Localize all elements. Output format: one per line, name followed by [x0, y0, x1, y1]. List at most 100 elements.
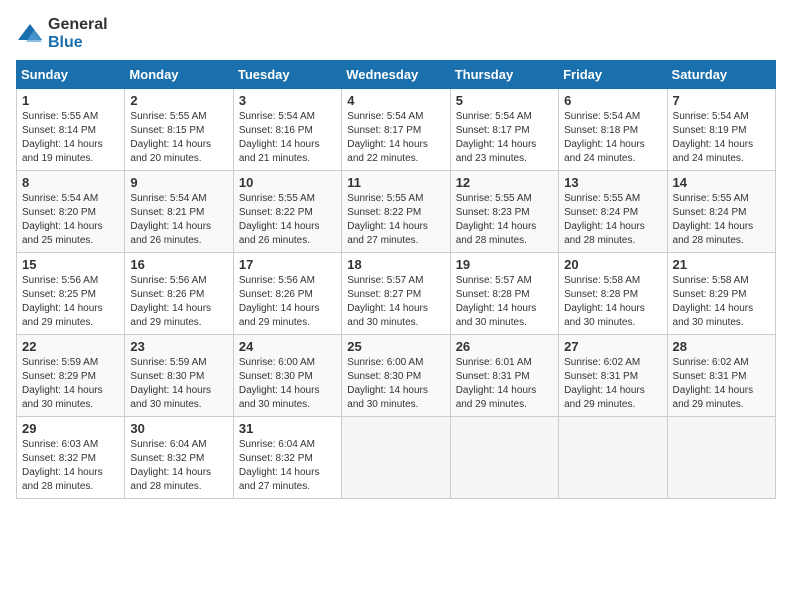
day-info: Sunrise: 5:55 AMSunset: 8:24 PMDaylight:… — [673, 192, 770, 248]
day-info: Sunrise: 5:57 AMSunset: 8:27 PMDaylight:… — [347, 274, 444, 330]
day-info: Sunrise: 5:59 AMSunset: 8:30 PMDaylight:… — [130, 356, 227, 412]
day-info: Sunrise: 5:59 AMSunset: 8:29 PMDaylight:… — [22, 356, 119, 412]
day-number: 13 — [564, 175, 661, 190]
day-number: 23 — [130, 339, 227, 354]
day-number: 22 — [22, 339, 119, 354]
day-header-tuesday: Tuesday — [233, 61, 341, 89]
day-number: 28 — [673, 339, 770, 354]
day-header-sunday: Sunday — [17, 61, 125, 89]
calendar-cell: 20 Sunrise: 5:58 AMSunset: 8:28 PMDayligh… — [559, 253, 667, 335]
day-number: 14 — [673, 175, 770, 190]
day-number: 17 — [239, 257, 336, 272]
calendar-cell — [559, 417, 667, 499]
calendar-cell: 6 Sunrise: 5:54 AMSunset: 8:18 PMDaylight… — [559, 89, 667, 171]
calendar-cell — [667, 417, 775, 499]
day-number: 25 — [347, 339, 444, 354]
calendar-cell: 19 Sunrise: 5:57 AMSunset: 8:28 PMDayligh… — [450, 253, 558, 335]
calendar-cell: 13 Sunrise: 5:55 AMSunset: 8:24 PMDayligh… — [559, 171, 667, 253]
day-header-thursday: Thursday — [450, 61, 558, 89]
day-info: Sunrise: 6:00 AMSunset: 8:30 PMDaylight:… — [239, 356, 336, 412]
calendar-cell: 21 Sunrise: 5:58 AMSunset: 8:29 PMDayligh… — [667, 253, 775, 335]
calendar-cell: 7Sunrise: 5:54 AMSunset: 8:19 PMDaylight… — [667, 89, 775, 171]
calendar-cell: 1 Sunrise: 5:55 AMSunset: 8:14 PMDaylight… — [17, 89, 125, 171]
day-info: Sunrise: 6:01 AMSunset: 8:31 PMDaylight:… — [456, 356, 553, 412]
calendar-cell: 8 Sunrise: 5:54 AMSunset: 8:20 PMDaylight… — [17, 171, 125, 253]
day-number: 12 — [456, 175, 553, 190]
day-info: Sunrise: 6:04 AMSunset: 8:32 PMDaylight:… — [130, 438, 227, 494]
day-header-monday: Monday — [125, 61, 233, 89]
day-number: 9 — [130, 175, 227, 190]
day-info: Sunrise: 5:55 AMSunset: 8:23 PMDaylight:… — [456, 192, 553, 248]
day-header-friday: Friday — [559, 61, 667, 89]
calendar-cell — [450, 417, 558, 499]
day-number: 15 — [22, 257, 119, 272]
calendar-cell: 16Sunrise: 5:56 AMSunset: 8:26 PMDayligh… — [125, 253, 233, 335]
day-info: Sunrise: 5:54 AMSunset: 8:17 PMDaylight:… — [456, 110, 553, 166]
logo: General Blue — [16, 16, 108, 52]
calendar-cell: 31 Sunrise: 6:04 AMSunset: 8:32 PMDayligh… — [233, 417, 341, 499]
logo-icon — [16, 20, 44, 48]
day-number: 29 — [22, 421, 119, 436]
calendar-cell: 3 Sunrise: 5:54 AMSunset: 8:16 PMDaylight… — [233, 89, 341, 171]
calendar-cell: 28 Sunrise: 6:02 AMSunset: 8:31 PMDayligh… — [667, 335, 775, 417]
day-number: 1 — [22, 93, 119, 108]
day-info: Sunrise: 5:55 AMSunset: 8:14 PMDaylight:… — [22, 110, 119, 166]
day-info: Sunrise: 5:54 AMSunset: 8:20 PMDaylight:… — [22, 192, 119, 248]
day-number: 10 — [239, 175, 336, 190]
day-info: Sunrise: 5:58 AMSunset: 8:28 PMDaylight:… — [564, 274, 661, 330]
calendar-cell: 10 Sunrise: 5:55 AMSunset: 8:22 PMDayligh… — [233, 171, 341, 253]
day-number: 21 — [673, 257, 770, 272]
day-info: Sunrise: 5:58 AMSunset: 8:29 PMDaylight:… — [673, 274, 770, 330]
calendar-week-6: 29 Sunrise: 6:03 AMSunset: 8:32 PMDayligh… — [17, 417, 776, 499]
calendar-week-3: 8 Sunrise: 5:54 AMSunset: 8:20 PMDaylight… — [17, 171, 776, 253]
calendar-cell: 29 Sunrise: 6:03 AMSunset: 8:32 PMDayligh… — [17, 417, 125, 499]
calendar-cell: 24 Sunrise: 6:00 AMSunset: 8:30 PMDayligh… — [233, 335, 341, 417]
day-number: 26 — [456, 339, 553, 354]
calendar-cell: 27 Sunrise: 6:02 AMSunset: 8:31 PMDayligh… — [559, 335, 667, 417]
day-header-wednesday: Wednesday — [342, 61, 450, 89]
day-info: Sunrise: 6:04 AMSunset: 8:32 PMDaylight:… — [239, 438, 336, 494]
calendar-cell: 15 Sunrise: 5:56 AMSunset: 8:25 PMDayligh… — [17, 253, 125, 335]
day-info: Sunrise: 5:54 AMSunset: 8:18 PMDaylight:… — [564, 110, 661, 166]
day-info: Sunrise: 5:55 AMSunset: 8:24 PMDaylight:… — [564, 192, 661, 248]
day-info: Sunrise: 5:55 AMSunset: 8:22 PMDaylight:… — [239, 192, 336, 248]
day-number: 11 — [347, 175, 444, 190]
day-number: 3 — [239, 93, 336, 108]
logo-text: General Blue — [48, 16, 108, 52]
calendar-cell: 11 Sunrise: 5:55 AMSunset: 8:22 PMDayligh… — [342, 171, 450, 253]
calendar-cell: 23 Sunrise: 5:59 AMSunset: 8:30 PMDayligh… — [125, 335, 233, 417]
day-info: Sunrise: 6:02 AMSunset: 8:31 PMDaylight:… — [673, 356, 770, 412]
day-info: Sunrise: 5:56 AMSunset: 8:26 PMDaylight:… — [239, 274, 336, 330]
day-number: 2 — [130, 93, 227, 108]
day-info: Sunrise: 5:54 AMSunset: 8:16 PMDaylight:… — [239, 110, 336, 166]
day-info: Sunrise: 5:55 AMSunset: 8:15 PMDaylight:… — [130, 110, 227, 166]
day-number: 5 — [456, 93, 553, 108]
calendar-cell: 17 Sunrise: 5:56 AMSunset: 8:26 PMDayligh… — [233, 253, 341, 335]
day-number: 20 — [564, 257, 661, 272]
day-number: 18 — [347, 257, 444, 272]
day-info: Sunrise: 6:02 AMSunset: 8:31 PMDaylight:… — [564, 356, 661, 412]
day-info: Sunrise: 5:54 AMSunset: 8:21 PMDaylight:… — [130, 192, 227, 248]
calendar-cell: 14 Sunrise: 5:55 AMSunset: 8:24 PMDayligh… — [667, 171, 775, 253]
day-info: Sunrise: 5:56 AMSunset: 8:25 PMDaylight:… — [22, 274, 119, 330]
day-info: Sunrise: 6:03 AMSunset: 8:32 PMDaylight:… — [22, 438, 119, 494]
day-info: Sunrise: 5:55 AMSunset: 8:22 PMDaylight:… — [347, 192, 444, 248]
day-number: 30 — [130, 421, 227, 436]
calendar-week-2: 1 Sunrise: 5:55 AMSunset: 8:14 PMDaylight… — [17, 89, 776, 171]
day-info: Sunrise: 5:57 AMSunset: 8:28 PMDaylight:… — [456, 274, 553, 330]
day-info: Sunrise: 5:54 AMSunset: 8:17 PMDaylight:… — [347, 110, 444, 166]
day-info: Sunrise: 5:56 AMSunset: 8:26 PMDaylight:… — [130, 274, 227, 330]
day-number: 24 — [239, 339, 336, 354]
day-number: 6 — [564, 93, 661, 108]
calendar-cell: 18 Sunrise: 5:57 AMSunset: 8:27 PMDayligh… — [342, 253, 450, 335]
day-header-saturday: Saturday — [667, 61, 775, 89]
calendar-cell: 9 Sunrise: 5:54 AMSunset: 8:21 PMDaylight… — [125, 171, 233, 253]
day-number: 8 — [22, 175, 119, 190]
day-info: Sunrise: 5:54 AMSunset: 8:19 PMDaylight:… — [673, 110, 770, 166]
day-number: 31 — [239, 421, 336, 436]
calendar-cell: 30 Sunrise: 6:04 AMSunset: 8:32 PMDayligh… — [125, 417, 233, 499]
calendar-cell: 5 Sunrise: 5:54 AMSunset: 8:17 PMDaylight… — [450, 89, 558, 171]
day-number: 27 — [564, 339, 661, 354]
day-number: 19 — [456, 257, 553, 272]
day-number: 4 — [347, 93, 444, 108]
